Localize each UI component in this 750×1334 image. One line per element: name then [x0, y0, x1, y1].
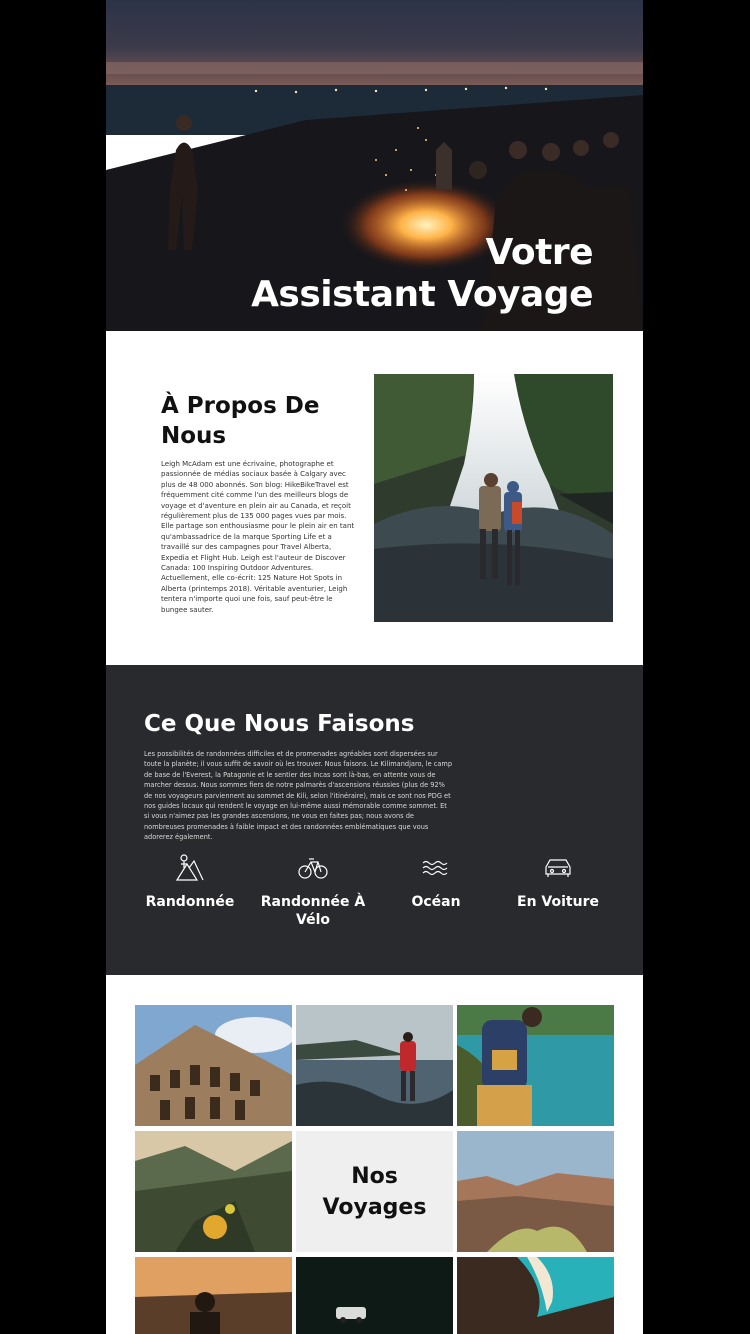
- about-text: Leigh McAdam est une écrivaine, photogra…: [161, 460, 355, 614]
- gallery-photo-backpack-lake[interactable]: [457, 1005, 614, 1126]
- services-text: Les possibilités de randonnées difficile…: [144, 750, 453, 842]
- gallery-section: Nos Voyages: [106, 975, 643, 1334]
- activity-label: Randonnée À Vélo: [260, 894, 366, 928]
- activity-hiking[interactable]: Randonnée: [135, 851, 245, 911]
- about-section: À Propos De Nous Leigh McAdam est une éc…: [106, 331, 643, 665]
- hero-title-line-1: Votre: [485, 232, 593, 273]
- hero-title-line-2: Assistant Voyage: [251, 274, 593, 315]
- about-title: À Propos De Nous: [161, 393, 320, 449]
- waterfall-hikers-photo: [374, 374, 613, 622]
- gallery-title: Nos Voyages: [296, 1131, 453, 1252]
- gallery-photo-colosseum[interactable]: [135, 1005, 292, 1126]
- page: Votre Assistant Voyage À Propos De Nous …: [106, 0, 643, 1334]
- gallery-photo-valley-camp[interactable]: [135, 1131, 292, 1252]
- waves-icon: [422, 860, 448, 876]
- car-icon: [545, 859, 571, 877]
- services-title: Ce Que Nous Faisons: [144, 711, 415, 737]
- activity-ocean[interactable]: Océan: [381, 851, 491, 911]
- activity-label: Randonnée: [145, 894, 235, 910]
- mountain-hiking-icon: [175, 854, 204, 881]
- hero-section: Votre Assistant Voyage: [106, 0, 643, 331]
- gallery-photo-canyon[interactable]: [457, 1131, 614, 1252]
- gallery-photo-coast-hiker[interactable]: [296, 1005, 453, 1126]
- gallery-photo-forest-car[interactable]: [296, 1257, 453, 1334]
- bicycle-icon: [298, 858, 328, 879]
- gallery-photo-sunset-hiker[interactable]: [135, 1257, 292, 1334]
- activity-biking[interactable]: Randonnée À Vélo: [258, 851, 368, 929]
- activity-car[interactable]: En Voiture: [503, 851, 613, 911]
- hero-title: Votre Assistant Voyage: [251, 232, 593, 316]
- activity-label: En Voiture: [517, 894, 599, 910]
- activity-label: Océan: [411, 894, 461, 910]
- services-section: Ce Que Nous Faisons Les possibilités de …: [106, 665, 643, 975]
- gallery-photo-beach-aerial[interactable]: [457, 1257, 614, 1334]
